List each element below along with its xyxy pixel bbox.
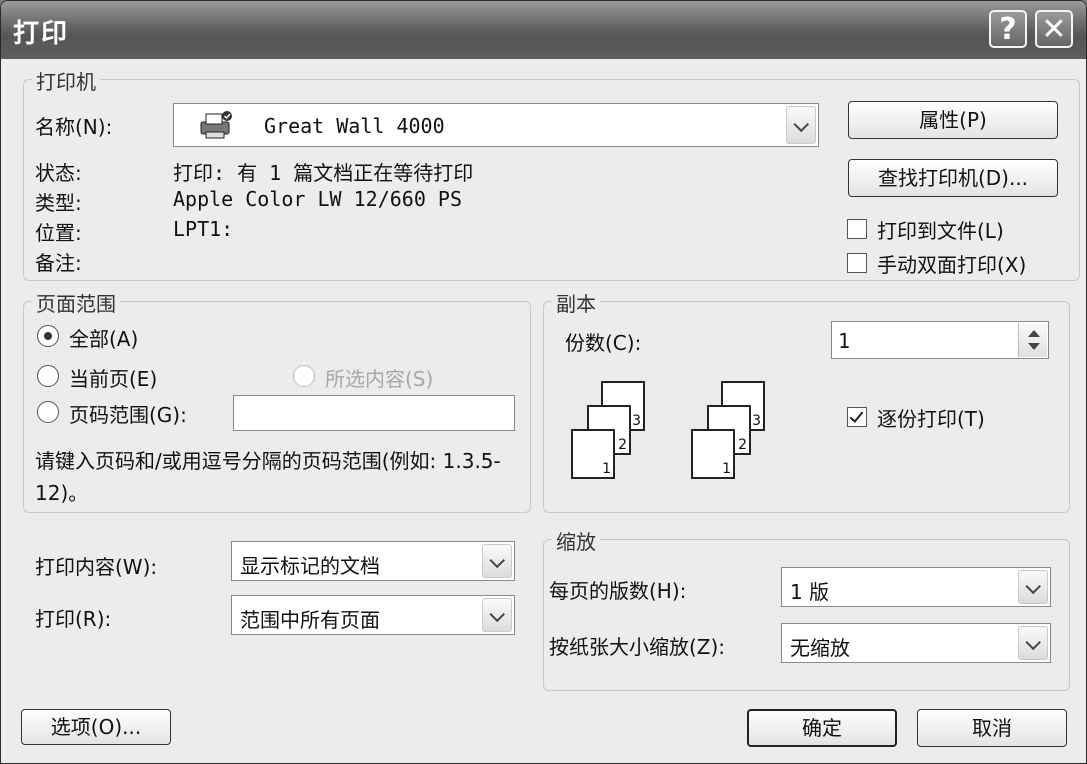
range-all-label[interactable]: 全部(A) xyxy=(69,323,138,352)
pages-per-sheet-label: 每页的版数(H): xyxy=(549,579,687,603)
find-printer-button[interactable]: 查找打印机(D)... xyxy=(848,159,1058,197)
range-selection-radio xyxy=(293,365,315,387)
manual-duplex-label[interactable]: 手动双面打印(X) xyxy=(877,249,1026,278)
chevron-down-icon[interactable] xyxy=(1018,570,1048,604)
range-all-radio[interactable] xyxy=(37,325,59,347)
printer-legend: 打印机 xyxy=(32,66,100,95)
print-what-value: 显示标记的文档 xyxy=(240,554,380,578)
copies-count-label: 份数(C): xyxy=(565,331,642,355)
copies-count-value: 1 xyxy=(838,329,851,353)
comment-label: 备注: xyxy=(35,251,82,275)
copies-count-stepper[interactable]: 1 xyxy=(831,321,1049,359)
type-value: Apple Color LW 12/660 PS xyxy=(173,187,462,211)
type-label: 类型: xyxy=(35,191,82,215)
collate-label[interactable]: 逐份打印(T) xyxy=(877,403,985,432)
printer-name-value: Great Wall 4000 xyxy=(264,114,445,138)
chevron-down-icon[interactable] xyxy=(482,544,512,578)
print-what-select[interactable]: 显示标记的文档 xyxy=(231,541,515,581)
page-range-input[interactable] xyxy=(233,395,515,431)
range-selection-label: 所选内容(S) xyxy=(325,367,434,391)
print-select[interactable]: 范围中所有页面 xyxy=(231,595,515,635)
chevron-down-icon[interactable] xyxy=(786,106,816,144)
status-value: 打印: 有 1 篇文档正在等待打印 xyxy=(173,161,474,185)
printer-icon xyxy=(200,111,232,139)
printer-name-label: 名称(N): xyxy=(35,115,113,139)
dialog-content: 打印机 名称(N): Great Wall 4000 属性(P) 查找打印机(D… xyxy=(5,59,1082,759)
manual-duplex-checkbox[interactable] xyxy=(847,253,867,273)
zoom-legend: 缩放 xyxy=(552,526,600,555)
page-range-legend: 页面范围 xyxy=(32,288,120,317)
range-pages-label[interactable]: 页码范围(G): xyxy=(69,399,187,428)
print-to-file-label[interactable]: 打印到文件(L) xyxy=(877,215,1004,244)
location-value: LPT1: xyxy=(173,217,234,241)
pages-per-sheet-select[interactable]: 1 版 xyxy=(781,567,1051,607)
print-label: 打印(R): xyxy=(35,607,112,631)
collate-sheet: 1 xyxy=(571,429,615,479)
copies-legend: 副本 xyxy=(552,288,600,317)
scale-select[interactable]: 无缩放 xyxy=(781,623,1051,663)
collate-sheet: 1 xyxy=(691,429,735,479)
cancel-button[interactable]: 取消 xyxy=(917,709,1067,747)
title-bar[interactable]: 打印 ? ✕ xyxy=(1,1,1086,59)
range-current-radio[interactable] xyxy=(37,365,59,387)
printer-name-select[interactable]: Great Wall 4000 xyxy=(173,103,819,147)
print-dialog: 打印 ? ✕ 打印机 名称(N): Great Wall 4000 属性(P) … xyxy=(0,0,1087,764)
chevron-down-icon[interactable] xyxy=(482,598,512,632)
pages-per-sheet-value: 1 版 xyxy=(790,580,830,604)
help-button[interactable]: ? xyxy=(989,10,1027,48)
close-button[interactable]: ✕ xyxy=(1035,10,1073,48)
stepper-arrows-icon[interactable] xyxy=(1018,323,1047,357)
page-range-hint: 请键入页码和/或用逗号分隔的页码范围(例如: 1.3.5-12)。 xyxy=(35,449,501,505)
collate-checkbox[interactable] xyxy=(847,407,867,427)
ok-button[interactable]: 确定 xyxy=(747,709,897,747)
range-current-label[interactable]: 当前页(E) xyxy=(69,363,157,392)
scale-value: 无缩放 xyxy=(790,636,850,660)
window-title: 打印 xyxy=(13,19,70,49)
range-pages-radio[interactable] xyxy=(37,401,59,423)
print-what-label: 打印内容(W): xyxy=(35,555,158,579)
print-value: 范围中所有页面 xyxy=(240,608,380,632)
print-to-file-checkbox[interactable] xyxy=(847,219,867,239)
scale-label: 按纸张大小缩放(Z): xyxy=(549,635,726,659)
zoom-group: 缩放 xyxy=(543,526,1070,691)
location-label: 位置: xyxy=(35,221,82,245)
status-label: 状态: xyxy=(35,161,82,185)
options-button[interactable]: 选项(O)... xyxy=(21,709,171,745)
chevron-down-icon[interactable] xyxy=(1018,626,1048,660)
properties-button[interactable]: 属性(P) xyxy=(848,101,1058,139)
